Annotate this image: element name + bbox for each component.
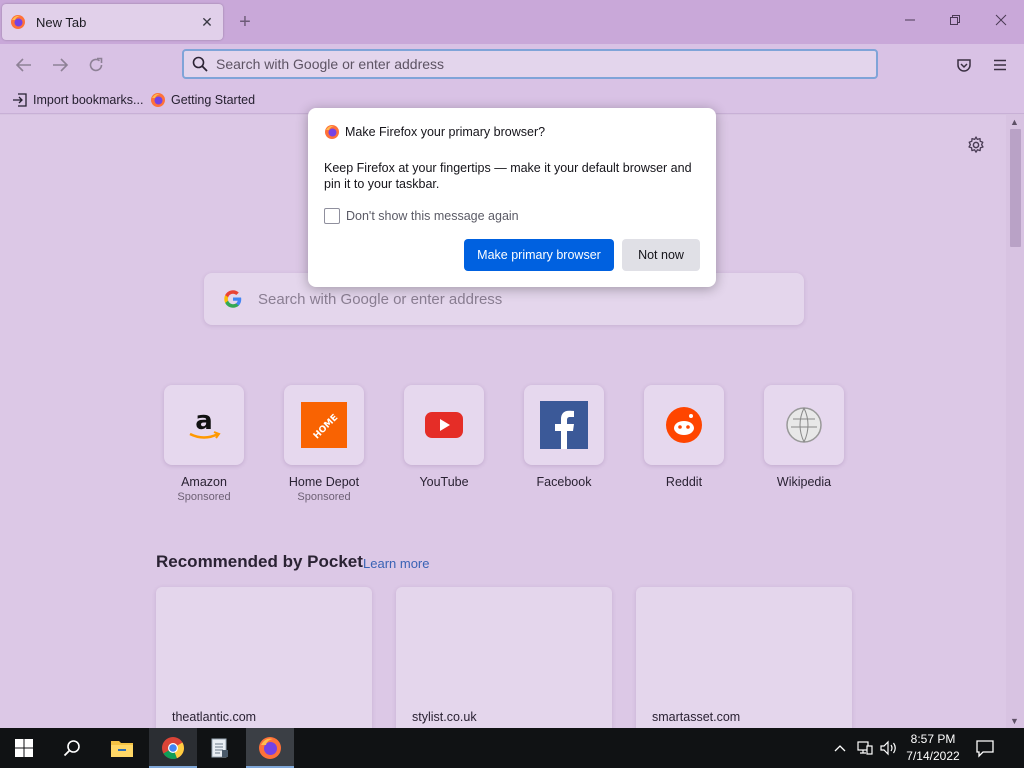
not-now-button[interactable]: Not now bbox=[622, 239, 700, 271]
back-arrow-icon[interactable] bbox=[13, 54, 35, 76]
taskbar-clock[interactable]: 8:57 PM 7/14/2022 bbox=[900, 731, 966, 765]
dont-show-again-checkbox[interactable] bbox=[324, 208, 340, 224]
sponsored-label: Sponsored bbox=[297, 491, 351, 503]
file-explorer-icon[interactable] bbox=[98, 728, 146, 768]
pocket-card-source: stylist.co.uk bbox=[412, 710, 477, 724]
dont-show-again-option[interactable]: Don't show this message again bbox=[324, 208, 519, 224]
dialog-message: Keep Firefox at your fingertips — make i… bbox=[324, 161, 692, 191]
top-site-name: Wikipedia bbox=[776, 475, 832, 489]
dialog-title: Make Firefox your primary browser? bbox=[345, 125, 546, 139]
tab-new-tab[interactable]: New Tab ✕ bbox=[2, 4, 223, 40]
tab-close-icon[interactable]: ✕ bbox=[199, 14, 215, 30]
address-input[interactable] bbox=[216, 56, 816, 72]
gear-icon[interactable] bbox=[966, 135, 986, 155]
pocket-heading: Recommended by Pocket bbox=[156, 552, 363, 571]
svg-text:a: a bbox=[195, 406, 213, 436]
top-site-facebook[interactable]: Facebook bbox=[504, 385, 624, 489]
top-site-name: YouTube bbox=[419, 475, 469, 489]
wikipedia-logo-icon bbox=[764, 385, 844, 465]
dont-show-again-label: Don't show this message again bbox=[346, 209, 519, 223]
pocket-card[interactable]: theatlantic.com bbox=[156, 587, 372, 728]
taskbar-search-icon[interactable] bbox=[48, 728, 96, 768]
make-primary-browser-button[interactable]: Make primary browser bbox=[464, 239, 614, 271]
minimize-icon[interactable] bbox=[898, 8, 922, 32]
taskbar: 8:57 PM 7/14/2022 bbox=[0, 728, 1024, 768]
bookmark-import-label: Import bookmarks... bbox=[33, 93, 144, 107]
pocket-card-source: smartasset.com bbox=[652, 710, 741, 724]
bookmark-import[interactable]: Import bookmarks... bbox=[12, 91, 143, 109]
pocket-icon[interactable] bbox=[953, 54, 975, 76]
clock-time: 8:57 PM bbox=[910, 732, 956, 746]
top-sites: a Amazon Sponsored HOME Home Depot Spons… bbox=[144, 385, 864, 515]
google-search-placeholder: Search with Google or enter address bbox=[258, 290, 503, 308]
home-depot-logo-icon: HOME bbox=[284, 385, 364, 465]
network-icon[interactable] bbox=[856, 728, 874, 768]
show-hidden-icons-chevron-icon[interactable] bbox=[832, 728, 848, 768]
clock-date: 7/14/2022 bbox=[906, 749, 960, 763]
pocket-card-source: theatlantic.com bbox=[172, 710, 257, 724]
top-site-name: Reddit bbox=[665, 475, 703, 489]
youtube-logo-icon bbox=[404, 385, 484, 465]
notepad-icon[interactable] bbox=[196, 728, 244, 768]
hamburger-menu-icon[interactable] bbox=[989, 54, 1011, 76]
google-icon bbox=[224, 290, 242, 308]
chrome-icon[interactable] bbox=[149, 728, 197, 768]
top-site-home-depot[interactable]: HOME Home Depot Sponsored bbox=[264, 385, 384, 503]
firefox-taskbar-icon[interactable] bbox=[246, 728, 294, 768]
navigation-toolbar bbox=[0, 44, 1024, 86]
notification-icon[interactable] bbox=[975, 738, 995, 758]
search-icon bbox=[192, 56, 208, 72]
scroll-up-icon[interactable]: ▲ bbox=[1010, 117, 1019, 127]
windows-start-icon[interactable] bbox=[0, 728, 48, 768]
top-site-reddit[interactable]: Reddit bbox=[624, 385, 744, 489]
top-site-name: Home Depot bbox=[288, 475, 360, 489]
top-site-name: Amazon bbox=[181, 475, 227, 489]
reload-icon[interactable] bbox=[85, 54, 107, 76]
firefox-icon bbox=[151, 93, 165, 107]
pocket-card[interactable]: stylist.co.uk bbox=[396, 587, 612, 728]
learn-more-link[interactable]: Learn more bbox=[363, 556, 429, 571]
title-bar: New Tab ✕ + bbox=[0, 0, 1024, 44]
sponsored-label: Sponsored bbox=[177, 491, 231, 503]
top-site-youtube[interactable]: YouTube bbox=[384, 385, 504, 489]
volume-icon[interactable] bbox=[879, 728, 899, 768]
vertical-scrollbar[interactable]: ▲ ▼ bbox=[1006, 115, 1024, 728]
amazon-logo-icon: a bbox=[164, 385, 244, 465]
new-tab-icon[interactable]: + bbox=[235, 12, 255, 32]
pocket-card[interactable]: smartasset.com bbox=[636, 587, 852, 728]
firefox-icon bbox=[325, 125, 339, 139]
top-site-amazon[interactable]: a Amazon Sponsored bbox=[144, 385, 264, 503]
restore-icon[interactable] bbox=[943, 8, 967, 32]
scroll-down-icon[interactable]: ▼ bbox=[1010, 716, 1019, 726]
firefox-icon bbox=[11, 15, 25, 29]
address-bar[interactable] bbox=[182, 49, 878, 79]
top-site-wikipedia[interactable]: Wikipedia bbox=[744, 385, 864, 489]
bookmark-getting-started[interactable]: Getting Started bbox=[150, 91, 255, 109]
forward-arrow-icon[interactable] bbox=[49, 54, 71, 76]
scrollbar-thumb[interactable] bbox=[1010, 129, 1021, 247]
tab-title: New Tab bbox=[36, 14, 87, 30]
default-browser-dialog: Make Firefox your primary browser? Keep … bbox=[308, 108, 716, 287]
dialog-header: Make Firefox your primary browser? bbox=[324, 124, 545, 140]
import-icon bbox=[13, 93, 27, 107]
close-window-icon[interactable] bbox=[989, 8, 1013, 32]
bookmark-getting-started-label: Getting Started bbox=[171, 93, 256, 107]
top-site-name: Facebook bbox=[536, 475, 592, 489]
reddit-logo-icon bbox=[644, 385, 724, 465]
facebook-logo-icon bbox=[524, 385, 604, 465]
